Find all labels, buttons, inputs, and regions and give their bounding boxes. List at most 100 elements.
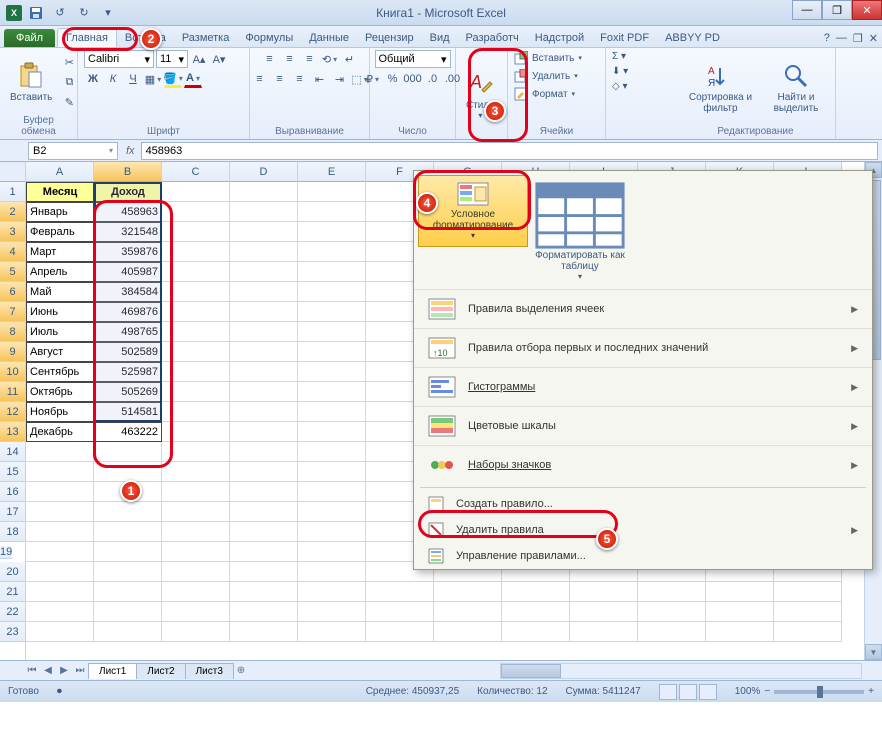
- cell[interactable]: 505269: [94, 382, 162, 402]
- fill-color-icon[interactable]: 🪣: [164, 70, 182, 88]
- row-header[interactable]: 6: [0, 282, 25, 302]
- row-header[interactable]: 20: [0, 562, 25, 582]
- cell[interactable]: [298, 342, 366, 362]
- comma-icon[interactable]: 000: [404, 70, 422, 88]
- align-middle-icon[interactable]: ≡: [281, 50, 299, 68]
- cell[interactable]: [298, 542, 366, 562]
- font-name-combo[interactable]: Calibri▾: [84, 50, 154, 68]
- conditional-formatting-button[interactable]: Условное форматирование▾: [418, 175, 528, 247]
- row-header[interactable]: 15: [0, 462, 25, 482]
- tab-formulas[interactable]: Формулы: [237, 29, 301, 47]
- cell[interactable]: [366, 582, 434, 602]
- align-left-icon[interactable]: ≡: [251, 70, 269, 88]
- mdi-minimize-icon[interactable]: —: [836, 32, 847, 45]
- cell[interactable]: [230, 262, 298, 282]
- cell[interactable]: [94, 442, 162, 462]
- row-header[interactable]: 3: [0, 222, 25, 242]
- cell[interactable]: [230, 622, 298, 642]
- tab-foxit[interactable]: Foxit PDF: [592, 29, 657, 47]
- cell[interactable]: Май: [26, 282, 94, 302]
- cell[interactable]: [230, 442, 298, 462]
- cell[interactable]: Август: [26, 342, 94, 362]
- view-normal-icon[interactable]: [659, 684, 677, 700]
- tab-developer[interactable]: Разработч: [458, 29, 527, 47]
- zoom-thumb[interactable]: [817, 686, 823, 698]
- cell[interactable]: [298, 242, 366, 262]
- cell[interactable]: [298, 462, 366, 482]
- zoom-out-icon[interactable]: −: [764, 686, 770, 697]
- new-sheet-icon[interactable]: ⊕: [233, 663, 249, 679]
- cell[interactable]: [230, 282, 298, 302]
- macro-record-icon[interactable]: ⏺: [57, 686, 62, 697]
- help-icon[interactable]: ?: [824, 32, 830, 45]
- cell[interactable]: [94, 622, 162, 642]
- cell[interactable]: [162, 202, 230, 222]
- format-painter-icon[interactable]: ✎: [60, 94, 78, 112]
- cell[interactable]: 405987: [94, 262, 162, 282]
- col-header[interactable]: D: [230, 162, 298, 182]
- cell[interactable]: [26, 462, 94, 482]
- cell[interactable]: [298, 622, 366, 642]
- row-header[interactable]: 18: [0, 522, 25, 542]
- indent-dec-icon[interactable]: ⇤: [311, 70, 329, 88]
- cell[interactable]: [94, 502, 162, 522]
- cell[interactable]: [502, 582, 570, 602]
- font-size-combo[interactable]: 11▾: [156, 50, 188, 68]
- sheet-tab[interactable]: Лист2: [136, 663, 185, 679]
- cell[interactable]: [162, 282, 230, 302]
- tab-data[interactable]: Данные: [301, 29, 357, 47]
- cell[interactable]: [162, 502, 230, 522]
- cf-clear-rules[interactable]: Удалить правила▶: [414, 517, 872, 543]
- cell[interactable]: 514581: [94, 402, 162, 422]
- tab-file[interactable]: Файл: [4, 29, 55, 47]
- autosum-button[interactable]: Σ ▾: [612, 50, 626, 63]
- cell[interactable]: [298, 582, 366, 602]
- cell[interactable]: 525987: [94, 362, 162, 382]
- cell[interactable]: [94, 462, 162, 482]
- cell[interactable]: [434, 622, 502, 642]
- cell[interactable]: [230, 382, 298, 402]
- cell[interactable]: [26, 482, 94, 502]
- cell[interactable]: [230, 522, 298, 542]
- zoom-in-icon[interactable]: +: [868, 686, 874, 697]
- cell[interactable]: [230, 482, 298, 502]
- cell[interactable]: [94, 542, 162, 562]
- cell[interactable]: [230, 242, 298, 262]
- cell[interactable]: [230, 362, 298, 382]
- align-right-icon[interactable]: ≡: [291, 70, 309, 88]
- row-header[interactable]: 2: [0, 202, 25, 222]
- cell[interactable]: [162, 562, 230, 582]
- cell[interactable]: [706, 582, 774, 602]
- cell[interactable]: 384584: [94, 282, 162, 302]
- horizontal-scrollbar[interactable]: [500, 663, 862, 679]
- styles-button[interactable]: A Стили▾: [462, 68, 499, 122]
- cell[interactable]: [230, 322, 298, 342]
- cf-data-bars[interactable]: Гистограммы▶: [414, 367, 872, 406]
- row-header[interactable]: 4: [0, 242, 25, 262]
- select-all-corner[interactable]: [0, 162, 25, 182]
- cell[interactable]: [26, 562, 94, 582]
- row-header[interactable]: 9: [0, 342, 25, 362]
- formula-input[interactable]: 458963: [141, 142, 878, 160]
- sort-filter-button[interactable]: АЯ Сортировка и фильтр: [682, 60, 759, 116]
- cell[interactable]: 359876: [94, 242, 162, 262]
- cell[interactable]: 458963: [94, 202, 162, 222]
- cell[interactable]: [94, 522, 162, 542]
- cell[interactable]: [26, 522, 94, 542]
- cell[interactable]: [298, 202, 366, 222]
- row-header[interactable]: 5: [0, 262, 25, 282]
- cf-new-rule[interactable]: Создать правило...: [414, 491, 872, 517]
- cf-icon-sets[interactable]: Наборы значков▶: [414, 445, 872, 484]
- cell[interactable]: [162, 602, 230, 622]
- cell[interactable]: [94, 482, 162, 502]
- undo-icon[interactable]: ↺: [50, 3, 70, 23]
- cell[interactable]: [230, 202, 298, 222]
- cell[interactable]: Июнь: [26, 302, 94, 322]
- tab-view[interactable]: Вид: [422, 29, 458, 47]
- cell[interactable]: [162, 622, 230, 642]
- cell[interactable]: [638, 602, 706, 622]
- row-header[interactable]: 11: [0, 382, 25, 402]
- align-center-icon[interactable]: ≡: [271, 70, 289, 88]
- row-header[interactable]: 10: [0, 362, 25, 382]
- clear-button[interactable]: ◇ ▾: [612, 80, 628, 93]
